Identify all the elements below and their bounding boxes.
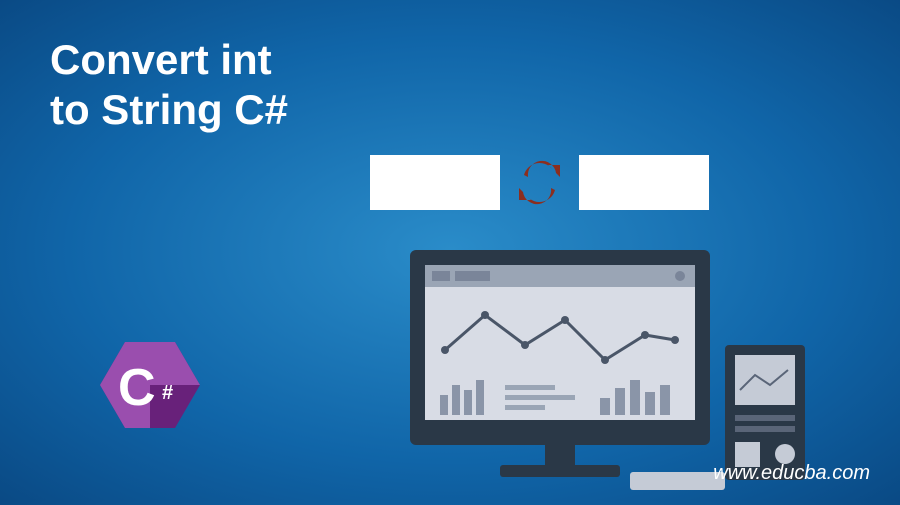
target-box — [579, 155, 709, 210]
keyboard — [630, 472, 725, 490]
conversion-graphic — [370, 155, 709, 210]
page-title: Convert int to String C# — [50, 35, 288, 136]
logo-hash: # — [162, 382, 173, 405]
sync-arrows-icon — [512, 155, 567, 210]
title-line-2: to String C# — [50, 86, 288, 133]
source-box — [370, 155, 500, 210]
csharp-logo: C # — [100, 330, 200, 440]
logo-letter: C — [118, 358, 156, 418]
computer-illustration — [390, 220, 820, 500]
website-url: www.educba.com — [713, 462, 870, 485]
title-line-1: Convert int — [50, 36, 272, 83]
